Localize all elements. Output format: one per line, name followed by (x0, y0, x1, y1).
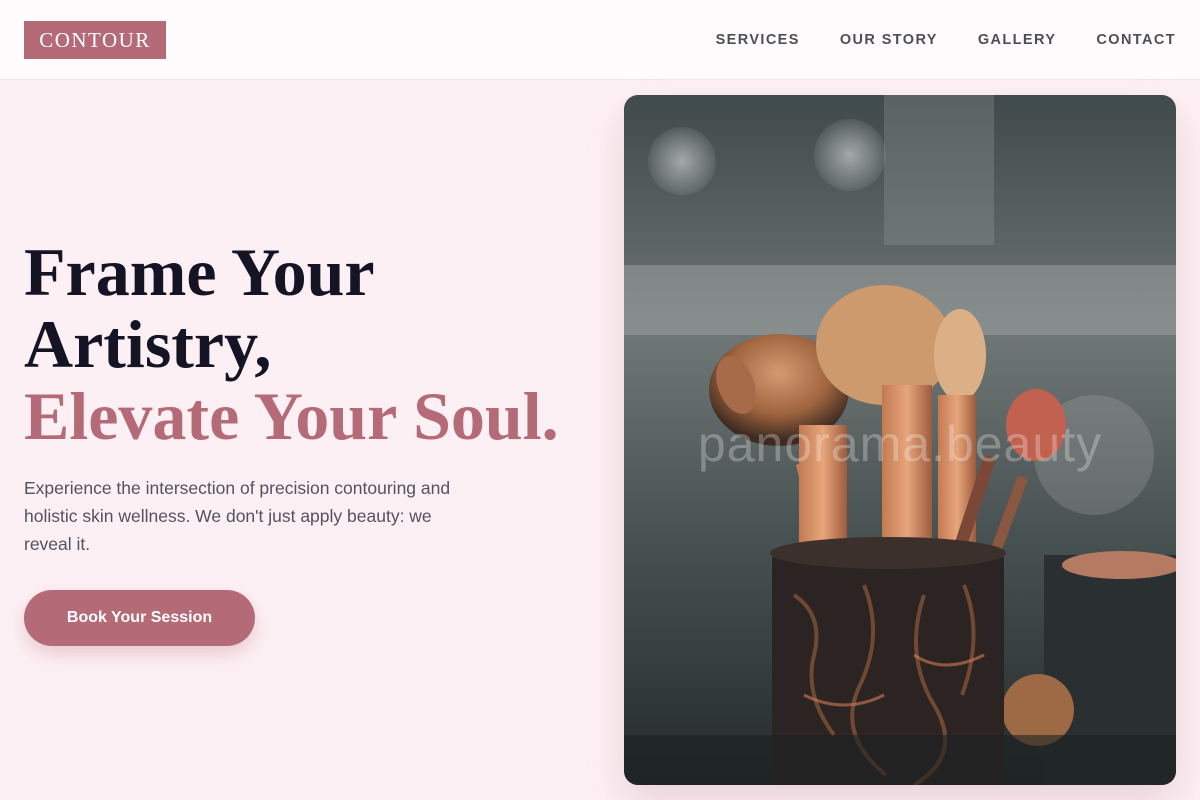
book-session-button[interactable]: Book Your Session (24, 590, 255, 646)
site-header: CONTOUR SERVICES OUR STORY GALLERY CONTA… (0, 0, 1200, 80)
main-nav: SERVICES OUR STORY GALLERY CONTACT (716, 0, 1176, 80)
image-watermark: panorama.beauty (697, 416, 1103, 472)
headline-line-1: Frame Your (24, 234, 375, 310)
nav-item-contact[interactable]: CONTACT (1096, 32, 1176, 48)
headline-line-2: Artistry, (24, 306, 272, 382)
brand-logo[interactable]: CONTOUR (24, 21, 166, 59)
hero-image: panorama.beauty (624, 95, 1176, 785)
nav-item-our-story[interactable]: OUR STORY (840, 32, 938, 48)
hero-description: Experience the intersection of precision… (24, 478, 451, 554)
nav-item-gallery[interactable]: GALLERY (978, 32, 1057, 48)
headline-accent: Elevate Your Soul. (24, 378, 559, 454)
hero-headline: Frame Your Artistry, Elevate Your Soul. (24, 236, 559, 452)
nav-item-services[interactable]: SERVICES (716, 32, 800, 48)
